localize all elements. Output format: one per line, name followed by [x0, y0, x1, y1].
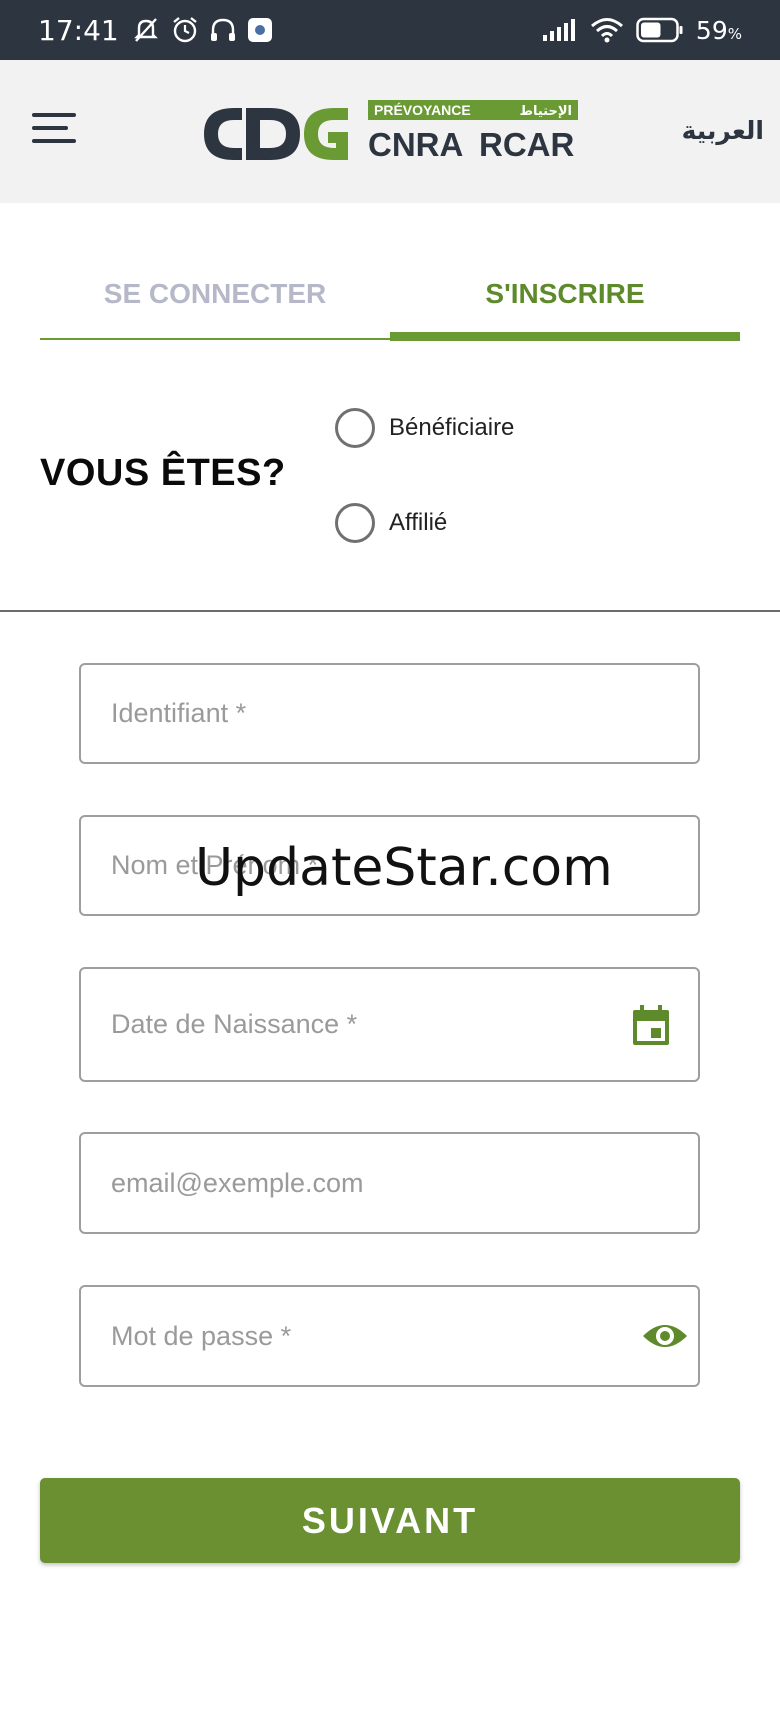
radio-label: Affilié [389, 509, 448, 536]
logo-tag-ar: الإحتياط [519, 104, 572, 119]
radio-option-beneficiaire[interactable]: Bénéficiaire [335, 408, 514, 448]
full-name-input[interactable] [111, 817, 631, 914]
user-type-label: VOUS ÊTES? [40, 452, 286, 494]
auth-tabs: SE CONNECTER S'INSCRIRE [40, 250, 740, 341]
logo-tag-fr: PRÉVOYANCE [374, 102, 471, 118]
birth-date-input[interactable] [111, 969, 631, 1080]
calendar-icon[interactable] [632, 1004, 670, 1046]
tab-login[interactable]: SE CONNECTER [40, 250, 390, 340]
tab-signup[interactable]: S'INSCRIRE [390, 250, 740, 340]
logo-brand-rcar: RCAR [479, 126, 574, 163]
password-field[interactable] [79, 1285, 700, 1387]
battery-percentage: 59% [695, 15, 742, 45]
app-header: PRÉVOYANCE الإحتياط CNRA RCAR العربية [0, 60, 780, 203]
radio-circle-icon[interactable] [335, 408, 375, 448]
battery-icon [636, 17, 683, 43]
section-divider [0, 610, 780, 612]
wifi-icon [590, 18, 623, 43]
email-input[interactable] [111, 1134, 631, 1232]
active-tab-indicator [390, 332, 740, 341]
password-input[interactable] [111, 1287, 631, 1385]
headset-icon [210, 18, 235, 41]
next-button[interactable]: SUIVANT [40, 1478, 740, 1563]
radio-label: Bénéficiaire [389, 414, 515, 441]
alarm-icon [172, 17, 197, 43]
logo-brand-cnra: CNRA [368, 126, 463, 163]
signal-icon [542, 19, 575, 41]
app-notification-icon [247, 18, 272, 42]
status-bar: 17:41 59% [0, 0, 780, 60]
hamburger-menu-icon[interactable] [32, 113, 80, 149]
identifier-input[interactable] [111, 665, 631, 762]
muted-notifications-icon [133, 18, 158, 42]
eye-icon[interactable] [642, 1321, 688, 1351]
email-field[interactable] [79, 1132, 700, 1234]
status-icons-left [131, 15, 273, 45]
full-name-field[interactable] [79, 815, 700, 916]
radio-option-affilie[interactable]: Affilié [335, 503, 447, 543]
radio-circle-icon[interactable] [335, 503, 375, 543]
status-time: 17:41 [38, 13, 119, 47]
status-icons-right: 59% [542, 16, 742, 45]
language-switch-link[interactable]: العربية [682, 116, 764, 145]
birth-date-field[interactable] [79, 967, 700, 1082]
identifier-field[interactable] [79, 663, 700, 764]
cdg-cnra-rcar-logo: PRÉVOYANCE الإحتياط CNRA RCAR [204, 100, 578, 163]
